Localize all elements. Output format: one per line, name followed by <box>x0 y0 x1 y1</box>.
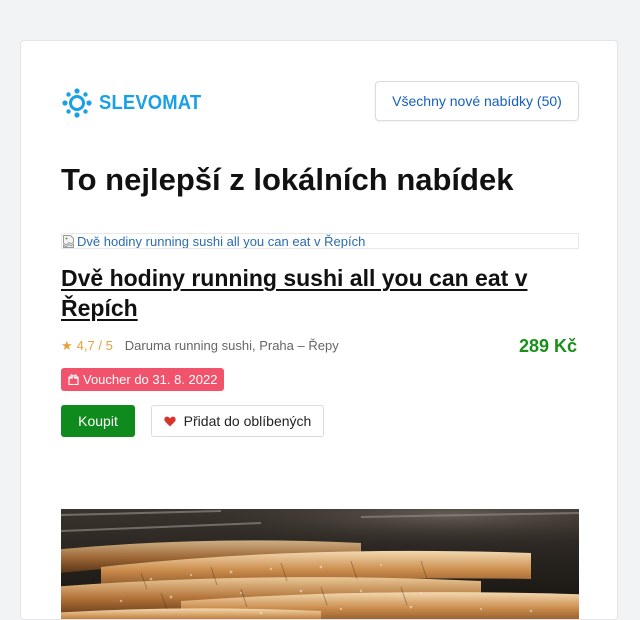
newsletter-card: SLEVOMAT Všechny nové nabídky (50) To ne… <box>20 40 618 620</box>
brand-name: SLEVOMAT <box>99 92 201 115</box>
gear-logo-icon <box>61 87 93 119</box>
all-offers-button[interactable]: Všechny nové nabídky (50) <box>375 81 579 121</box>
page-title: To nejlepší z lokálních nabídek <box>61 162 513 198</box>
star-icon: ★ <box>61 339 73 352</box>
broken-image-icon <box>63 235 74 248</box>
deal-image-placeholder[interactable]: Dvě hodiny running sushi all you can eat… <box>61 233 579 249</box>
trdelnik-photo-image <box>61 509 579 620</box>
rating-value: 4,7 / 5 <box>77 338 113 353</box>
add-to-favorites-button[interactable]: Přidat do oblíbených <box>151 405 324 437</box>
deal-rating: ★ 4,7 / 5 <box>61 338 113 353</box>
slevomat-logo[interactable]: SLEVOMAT <box>61 87 210 119</box>
voucher-badge: Voucher do 31. 8. 2022 <box>61 368 224 391</box>
deal-price: 289 Kč <box>519 336 577 357</box>
gift-icon <box>68 374 79 385</box>
deal-photo[interactable] <box>61 509 579 620</box>
deal-meta: ★ 4,7 / 5 Daruma running sushi, Praha – … <box>61 338 339 353</box>
heart-icon <box>164 416 176 427</box>
deal-title-link[interactable]: Dvě hodiny running sushi all you can eat… <box>61 263 561 323</box>
favorite-label: Přidat do oblíbených <box>184 413 312 429</box>
vendor-name: Daruma running sushi, Praha – Řepy <box>125 338 339 353</box>
buy-button[interactable]: Koupit <box>61 405 135 437</box>
deal-image-alt-text: Dvě hodiny running sushi all you can eat… <box>77 234 365 249</box>
voucher-validity: Voucher do 31. 8. 2022 <box>83 372 217 387</box>
